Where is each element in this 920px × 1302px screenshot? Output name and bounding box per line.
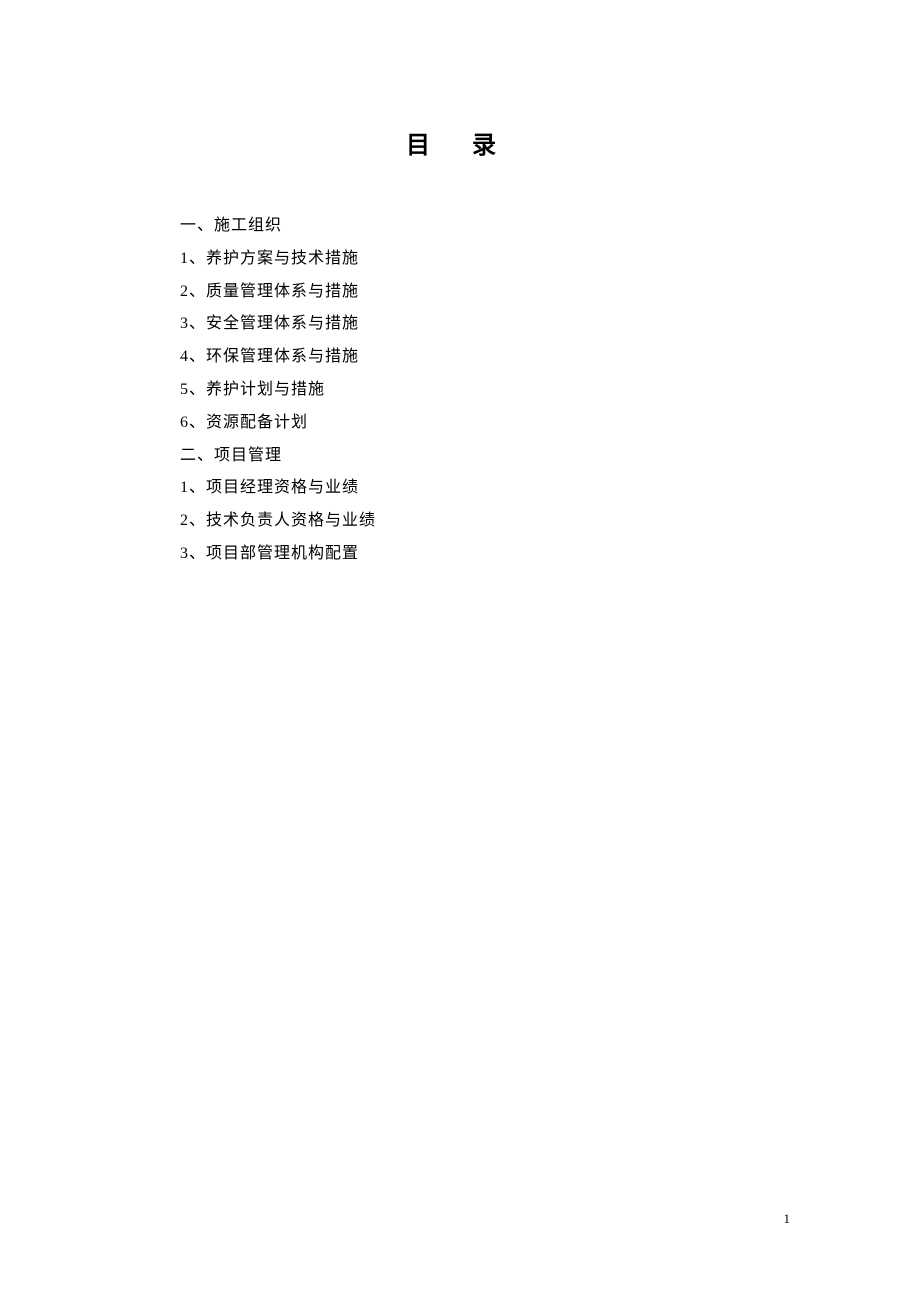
page-number: 1 <box>784 1211 791 1227</box>
toc-item: 6、资源配备计划 <box>180 407 740 440</box>
toc-item: 3、项目部管理机构配置 <box>180 538 740 571</box>
document-page: 目 录 一、施工组织 1、养护方案与技术措施 2、质量管理体系与措施 3、安全管… <box>0 0 920 1302</box>
toc-item: 1、项目经理资格与业绩 <box>180 472 740 505</box>
toc-item: 2、技术负责人资格与业绩 <box>180 505 740 538</box>
toc-item: 一、施工组织 <box>180 210 740 243</box>
table-of-contents: 一、施工组织 1、养护方案与技术措施 2、质量管理体系与措施 3、安全管理体系与… <box>180 210 740 571</box>
toc-item: 二、项目管理 <box>180 440 740 473</box>
toc-item: 3、安全管理体系与措施 <box>180 308 740 341</box>
toc-item: 4、环保管理体系与措施 <box>180 341 740 374</box>
toc-item: 1、养护方案与技术措施 <box>180 243 740 276</box>
page-title: 目 录 <box>180 125 740 160</box>
toc-item: 5、养护计划与措施 <box>180 374 740 407</box>
toc-item: 2、质量管理体系与措施 <box>180 276 740 309</box>
